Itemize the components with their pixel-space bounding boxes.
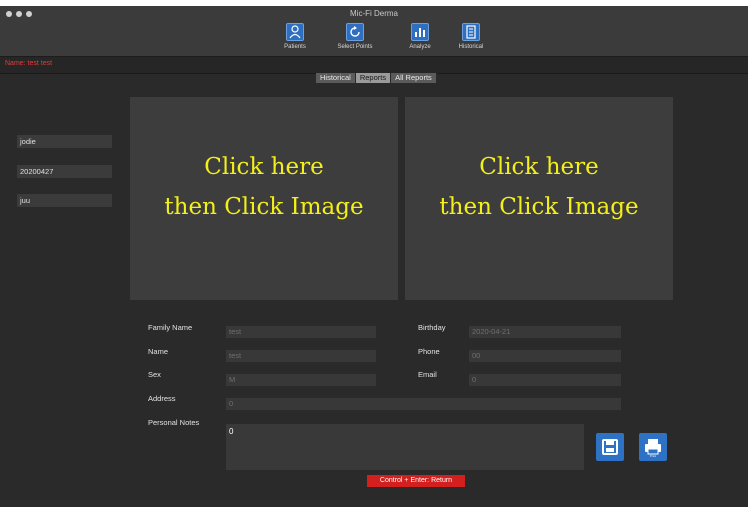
phone-label: Phone: [418, 347, 440, 356]
image-slot-right-line1: Click here: [479, 154, 599, 180]
email-field[interactable]: 0: [469, 374, 621, 386]
toolbar-select-points-label: Select Points: [337, 44, 373, 50]
sex-field[interactable]: M: [226, 374, 376, 386]
email-label: Email: [418, 370, 437, 379]
return-shortcut-hint: Control + Enter: Return: [367, 475, 465, 487]
toolbar-patients-label: Patients: [284, 44, 306, 50]
sidebar-item-20200427[interactable]: 20200427: [17, 165, 112, 178]
app-window: Mic-Fi Derma Patients Select Points Anal…: [0, 6, 748, 507]
family-name-label: Family Name: [148, 323, 193, 332]
sidebar-item-jodie[interactable]: jodie: [17, 135, 112, 148]
image-slot-left-line2: then Click Image: [164, 194, 364, 220]
refresh-icon: [346, 23, 364, 41]
document-list-icon: [462, 23, 480, 41]
print-caption: Print: [649, 454, 657, 458]
image-slot-right[interactable]: Click here then Click Image: [405, 97, 673, 300]
personal-notes-field[interactable]: 0: [226, 424, 584, 470]
save-button[interactable]: [596, 433, 624, 461]
person-icon: [286, 23, 304, 41]
image-slot-left[interactable]: Click here then Click Image: [130, 97, 398, 300]
personal-notes-label: Personal Notes: [148, 418, 200, 427]
image-slot-right-line2: then Click Image: [439, 194, 639, 220]
report-tabs: Historical Reports All Reports: [316, 73, 437, 83]
toolbar-patients-button[interactable]: Patients: [265, 23, 325, 50]
tab-reports[interactable]: Reports: [355, 73, 392, 83]
family-name-field[interactable]: test: [226, 326, 376, 338]
patient-name-label: Name: test test: [5, 60, 53, 67]
toolbar-historical-label: Historical: [458, 44, 484, 50]
bar-chart-icon: [411, 23, 429, 41]
sidebar-item-juu[interactable]: juu: [17, 194, 112, 207]
toolbar-historical-button[interactable]: Historical: [441, 23, 501, 50]
toolbar-select-points-button[interactable]: Select Points: [325, 23, 385, 50]
birthday-label: Birthday: [418, 323, 446, 332]
print-button[interactable]: Print: [639, 433, 667, 461]
title-bar: Mic-Fi Derma Patients Select Points Anal…: [0, 6, 748, 57]
name-label: Name: [148, 347, 169, 356]
phone-field[interactable]: 00: [469, 350, 621, 362]
image-slot-left-line1: Click here: [204, 154, 324, 180]
patient-name-bar: Name: test test: [0, 57, 748, 74]
address-field[interactable]: 0: [226, 398, 621, 410]
sex-label: Sex: [148, 370, 161, 379]
floppy-disk-icon: [596, 439, 624, 465]
tab-all-reports[interactable]: All Reports: [391, 73, 437, 83]
address-label: Address: [148, 394, 176, 403]
birthday-field[interactable]: 2020-04-21: [469, 326, 621, 338]
name-field[interactable]: test: [226, 350, 376, 362]
window-title: Mic-Fi Derma: [350, 9, 398, 18]
tab-historical[interactable]: Historical: [316, 73, 356, 83]
